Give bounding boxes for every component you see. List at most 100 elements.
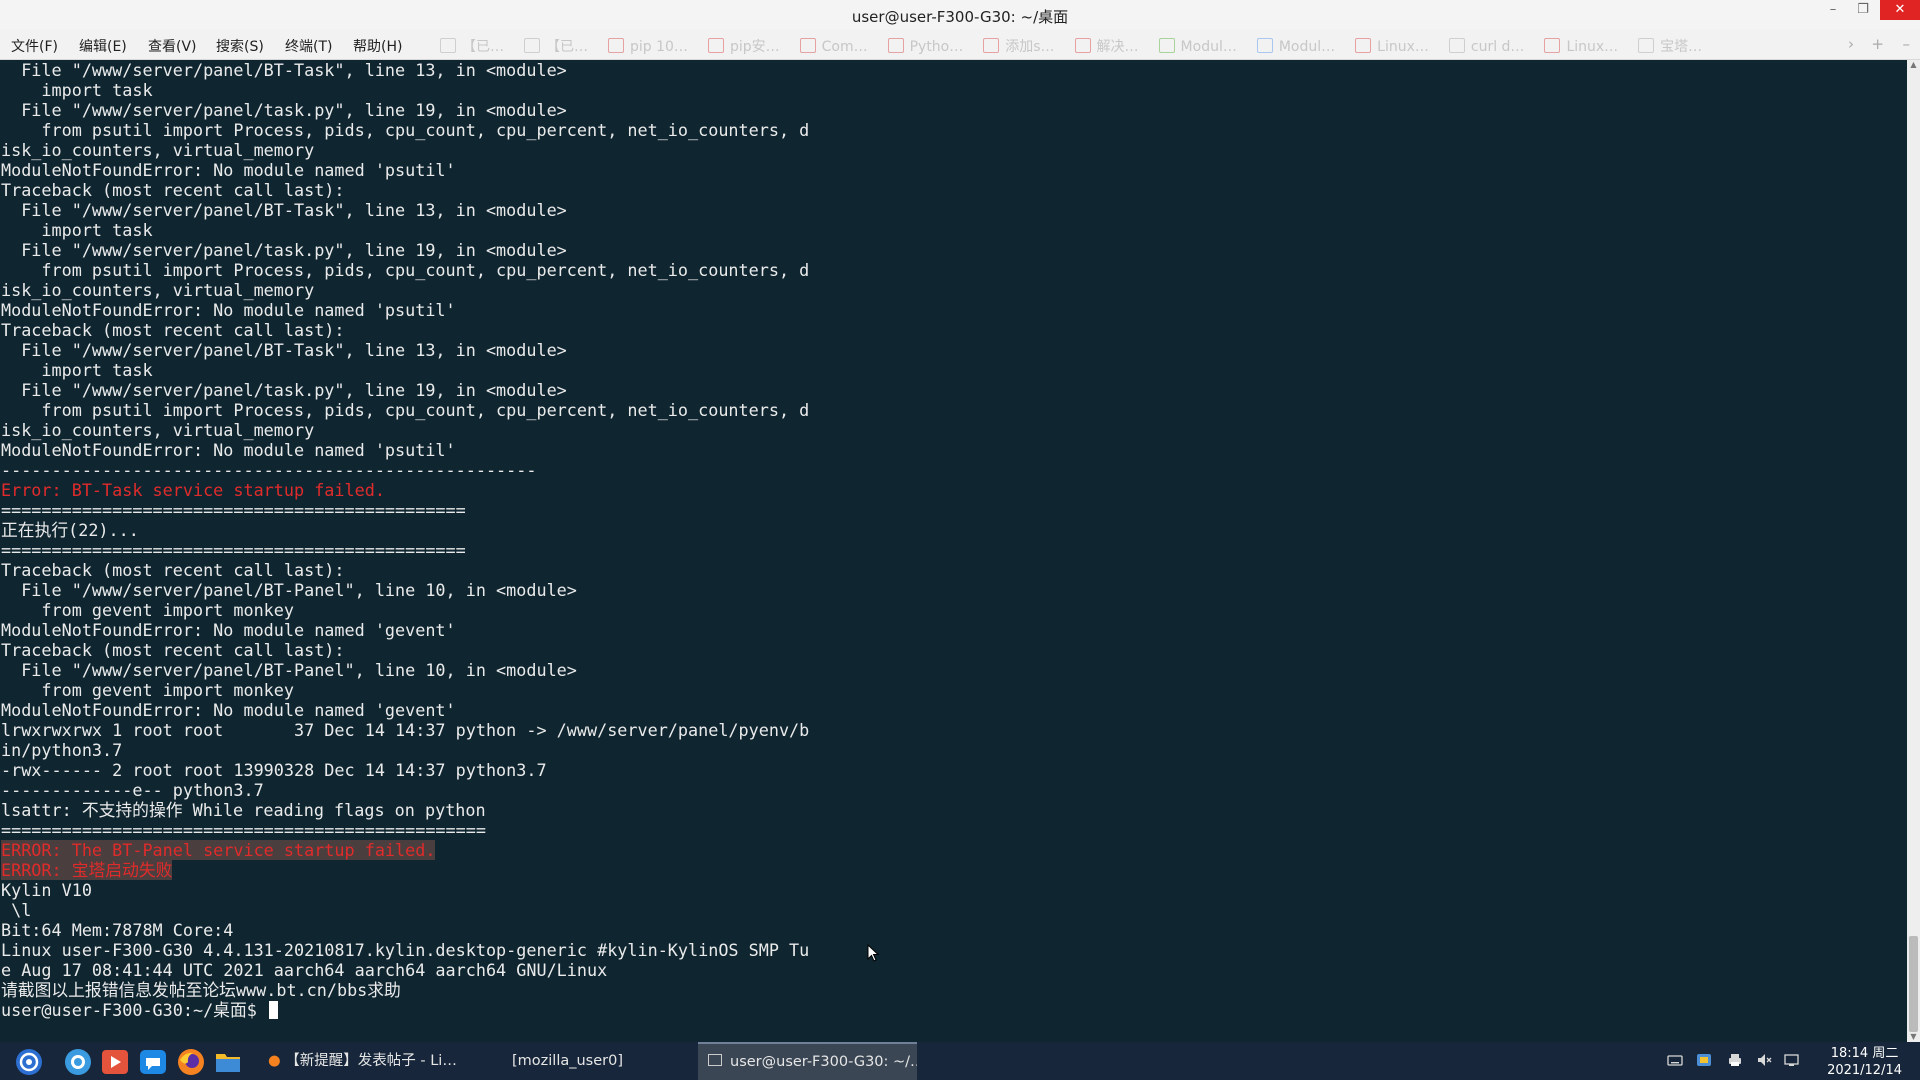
terminal-icon: [708, 1054, 722, 1066]
terminal-line-text: \l: [1, 900, 32, 920]
terminal-line: ModuleNotFoundError: No module named 'ps…: [1, 440, 809, 460]
volume-muted-icon[interactable]: [1756, 1052, 1772, 1068]
terminal-line-text: Traceback (most recent call last):: [1, 560, 345, 580]
terminal-line-text: ModuleNotFoundError: No module named 'ge…: [1, 620, 456, 640]
clock-date: 2021/12/14: [1827, 1063, 1902, 1078]
close-icon[interactable]: ✕: [1880, 0, 1920, 20]
printer-icon[interactable]: [1727, 1052, 1743, 1068]
menu-view[interactable]: 查看(V): [148, 36, 197, 56]
terminal-line: File "/www/server/panel/BT-Panel", line …: [1, 660, 809, 680]
terminal-line: isk_io_counters, virtual_memory: [1, 280, 809, 300]
terminal-line-text: import task: [1, 220, 153, 240]
plus-icon[interactable]: +: [1871, 35, 1884, 53]
bookmark-favicon-icon: [887, 38, 904, 53]
bookmark-label: Linux…: [1566, 39, 1619, 55]
firefox-icon[interactable]: [177, 1048, 205, 1076]
software-store-icon[interactable]: [1696, 1052, 1712, 1068]
task-forum-post[interactable]: ● 【新提醒】发表帖子 - Li…: [258, 1042, 498, 1080]
bookmark-favicon-icon: [707, 38, 724, 53]
scroll-down-icon[interactable]: ▼: [1907, 1032, 1920, 1042]
terminal-line: ModuleNotFoundError: No module named 'ps…: [1, 160, 809, 180]
terminal-line-text: 正在执行(22)...: [1, 520, 139, 540]
terminal-line: -rwx------ 2 root root 13990328 Dec 14 1…: [1, 760, 809, 780]
scroll-up-icon[interactable]: ▲: [1907, 60, 1920, 70]
terminal-line: File "/www/server/panel/BT-Panel", line …: [1, 580, 809, 600]
terminal-line: Traceback (most recent call last):: [1, 320, 809, 340]
terminal-line-text: e Aug 17 08:41:44 UTC 2021 aarch64 aarch…: [1, 960, 608, 980]
terminal-line: isk_io_counters, virtual_memory: [1, 140, 809, 160]
task-mozilla-user[interactable]: [mozilla_user0]: [480, 1042, 655, 1080]
terminal-line-text: Traceback (most recent call last):: [1, 640, 345, 660]
terminal-line: isk_io_counters, virtual_memory: [1, 420, 809, 440]
chat-icon[interactable]: [139, 1048, 167, 1076]
bookmark-item: Com…: [799, 38, 868, 55]
terminal-line-text: ModuleNotFoundError: No module named 'ps…: [1, 300, 456, 320]
menu-edit[interactable]: 编辑(E): [79, 36, 127, 56]
terminal-line: from psutil import Process, pids, cpu_co…: [1, 260, 809, 280]
bookmark-label: Com…: [821, 39, 868, 55]
maximize-icon[interactable]: ❐: [1850, 0, 1876, 20]
bookmark-item: 【已…: [440, 36, 504, 56]
terminal-line: -------------e-- python3.7: [1, 780, 809, 800]
task-label: 【新提醒】发表帖子 - Li…: [285, 1053, 457, 1069]
terminal-line-text: isk_io_counters, virtual_memory: [1, 140, 315, 160]
bookmark-favicon-icon: [799, 38, 816, 53]
file-manager-icon[interactable]: [214, 1048, 242, 1076]
terminal-line-text: -------------e-- python3.7: [1, 780, 264, 800]
task-label: user@user-F300-G30: ~/…: [730, 1054, 917, 1070]
terminal-line-text: import task: [1, 80, 153, 100]
bookmark-label: curl d…: [1470, 39, 1525, 55]
terminal-line: e Aug 17 08:41:44 UTC 2021 aarch64 aarch…: [1, 960, 809, 980]
shell-prompt: user@user-F300-G30:~/桌面$: [1, 1000, 267, 1020]
terminal-line: from gevent import monkey: [1, 600, 809, 620]
minimize-icon[interactable]: –: [1820, 0, 1846, 20]
bookmark-item: pip 10…: [608, 38, 688, 55]
terminal-line: from gevent import monkey: [1, 680, 809, 700]
browser-icon[interactable]: [64, 1048, 92, 1076]
scrollbar-thumb[interactable]: [1909, 936, 1918, 1032]
collapse-icon[interactable]: –: [1903, 35, 1911, 53]
terminal-line-text: ERROR: 宝塔启动失败: [1, 860, 173, 880]
window-titlebar: user@user-F300-G30: ~/桌面 – ❐ ✕: [0, 0, 1920, 29]
chevron-right-icon[interactable]: ›: [1848, 35, 1854, 53]
terminal-line-text: ModuleNotFoundError: No module named 'ge…: [1, 700, 456, 720]
bookmark-item: 添加s…: [983, 36, 1055, 56]
terminal-line: from psutil import Process, pids, cpu_co…: [1, 120, 809, 140]
bookmark-item: Pytho…: [887, 38, 963, 55]
terminal-scrollbar[interactable]: ▲ ▼: [1907, 60, 1920, 1042]
bookmark-label: 添加s…: [1005, 39, 1055, 55]
task-terminal[interactable]: user@user-F300-G30: ~/…: [698, 1042, 917, 1080]
terminal-line: File "/www/server/panel/BT-Task", line 1…: [1, 60, 809, 80]
start-menu-icon[interactable]: [15, 1048, 43, 1076]
terminal-line: File "/www/server/panel/BT-Task", line 1…: [1, 200, 809, 220]
bookmark-label: pip安…: [729, 39, 780, 55]
menu-file[interactable]: 文件(F): [11, 36, 58, 56]
terminal-line-text: File "/www/server/panel/BT-Panel", line …: [1, 660, 577, 680]
terminal-line: import task: [1, 220, 809, 240]
terminal-line-text: import task: [1, 360, 153, 380]
bookmark-favicon-icon: [1074, 38, 1091, 53]
terminal-prompt-line[interactable]: user@user-F300-G30:~/桌面$: [1, 1000, 809, 1020]
menu-search[interactable]: 搜索(S): [216, 36, 264, 56]
menu-terminal[interactable]: 终端(T): [285, 36, 332, 56]
terminal-line-text: from psutil import Process, pids, cpu_co…: [1, 400, 810, 420]
menu-help[interactable]: 帮助(H): [353, 36, 402, 56]
bookmark-item: Linux…: [1544, 38, 1618, 55]
bookmark-favicon-icon: [1544, 38, 1561, 53]
video-player-icon[interactable]: [101, 1048, 129, 1076]
terminal-line-text: File "/www/server/panel/task.py", line 1…: [1, 100, 567, 120]
network-icon[interactable]: [1784, 1052, 1800, 1068]
taskbar-clock[interactable]: 18:14 周二 2021/12/14: [1827, 1045, 1902, 1079]
terminal-line: Traceback (most recent call last):: [1, 180, 809, 200]
background-bookmark-strip: 【已… 【已… pip 10… pip安… Com… Pytho… 添加s… 解决… Modul…: [440, 36, 1860, 56]
terminal-line: in/python3.7: [1, 740, 809, 760]
terminal-line: from psutil import Process, pids, cpu_co…: [1, 400, 809, 420]
terminal-line: ERROR: The BT-Panel service startup fail…: [1, 840, 809, 860]
bookmark-favicon-icon: [1355, 38, 1372, 53]
terminal-line-text: in/python3.7: [1, 740, 123, 760]
terminal-line-text: Bit:64 Mem:7878M Core:4: [1, 920, 234, 940]
keyboard-icon[interactable]: [1667, 1052, 1683, 1068]
bookmark-label: 解决…: [1096, 39, 1139, 55]
terminal-output[interactable]: File "/www/server/panel/BT-Task", line 1…: [0, 60, 1905, 1042]
terminal-line-text: File "/www/server/panel/BT-Panel", line …: [1, 580, 577, 600]
